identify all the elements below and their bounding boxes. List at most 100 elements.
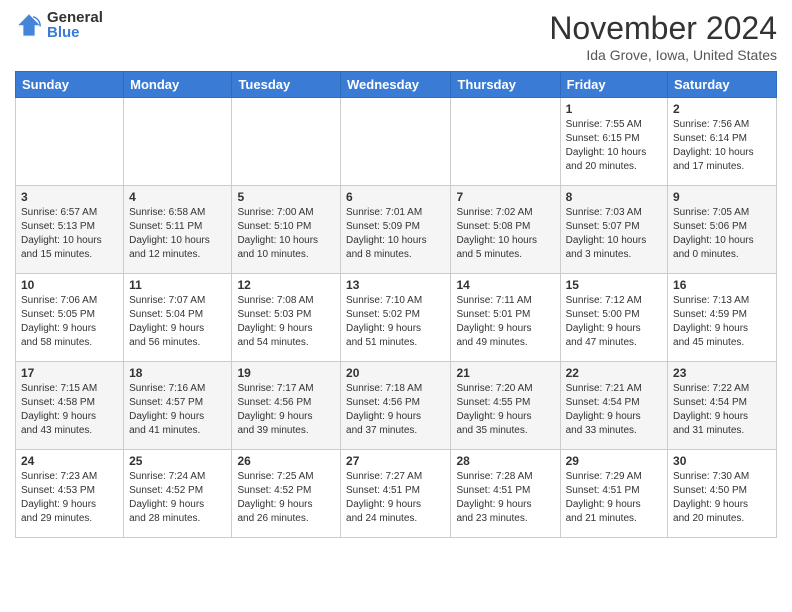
day-info: Sunrise: 7:18 AM Sunset: 4:56 PM Dayligh… bbox=[346, 382, 445, 438]
calendar-cell: 9 Sunrise: 7:05 AM Sunset: 5:06 PM Daylig… bbox=[668, 186, 777, 274]
day-number: 18 bbox=[129, 366, 226, 380]
day-number: 7 bbox=[456, 190, 554, 204]
day-info: Sunrise: 7:13 AM Sunset: 4:59 PM Dayligh… bbox=[673, 294, 771, 350]
header-tuesday: Tuesday bbox=[232, 72, 341, 98]
calendar-cell: 13 Sunrise: 7:10 AM Sunset: 5:02 PM Dayli… bbox=[341, 274, 451, 362]
day-info: Sunrise: 7:27 AM Sunset: 4:51 PM Dayligh… bbox=[346, 470, 445, 526]
calendar-cell: 29 Sunrise: 7:29 AM Sunset: 4:51 PM Dayli… bbox=[560, 450, 667, 538]
weekday-header-row: Sunday Monday Tuesday Wednesday Thursday… bbox=[16, 72, 777, 98]
location: Ida Grove, Iowa, United States bbox=[549, 47, 777, 63]
header-saturday: Saturday bbox=[668, 72, 777, 98]
calendar-cell: 2Sunrise: 7:56 AM Sunset: 6:14 PM Daylig… bbox=[668, 98, 777, 186]
day-number: 11 bbox=[129, 278, 226, 292]
header-friday: Friday bbox=[560, 72, 667, 98]
day-info: Sunrise: 7:28 AM Sunset: 4:51 PM Dayligh… bbox=[456, 470, 554, 526]
calendar-cell: 28Sunrise: 7:28 AM Sunset: 4:51 PM Dayli… bbox=[451, 450, 560, 538]
day-number: 13 bbox=[346, 278, 445, 292]
day-number: 20 bbox=[346, 366, 445, 380]
logo-text: General Blue bbox=[47, 10, 103, 40]
logo-general-text: General bbox=[47, 10, 103, 25]
day-number: 22 bbox=[566, 366, 662, 380]
day-number: 19 bbox=[237, 366, 335, 380]
calendar-cell bbox=[16, 98, 124, 186]
day-info: Sunrise: 7:02 AM Sunset: 5:08 PM Dayligh… bbox=[456, 206, 554, 262]
day-info: Sunrise: 7:15 AM Sunset: 4:58 PM Dayligh… bbox=[21, 382, 118, 438]
calendar-cell bbox=[341, 98, 451, 186]
calendar-cell: 30 Sunrise: 7:30 AM Sunset: 4:50 PM Dayli… bbox=[668, 450, 777, 538]
day-info: Sunrise: 7:01 AM Sunset: 5:09 PM Dayligh… bbox=[346, 206, 445, 262]
day-number: 8 bbox=[566, 190, 662, 204]
day-number: 1 bbox=[566, 102, 662, 116]
calendar-cell bbox=[124, 98, 232, 186]
day-number: 4 bbox=[129, 190, 226, 204]
calendar-cell: 6 Sunrise: 7:01 AM Sunset: 5:09 PM Daylig… bbox=[341, 186, 451, 274]
day-info: Sunrise: 7:03 AM Sunset: 5:07 PM Dayligh… bbox=[566, 206, 662, 262]
calendar-cell: 26 Sunrise: 7:25 AM Sunset: 4:52 PM Dayli… bbox=[232, 450, 341, 538]
day-info: Sunrise: 7:56 AM Sunset: 6:14 PM Dayligh… bbox=[673, 118, 771, 174]
day-number: 14 bbox=[456, 278, 554, 292]
calendar-table: Sunday Monday Tuesday Wednesday Thursday… bbox=[15, 71, 777, 538]
calendar-cell: 11 Sunrise: 7:07 AM Sunset: 5:04 PM Dayli… bbox=[124, 274, 232, 362]
day-info: Sunrise: 7:30 AM Sunset: 4:50 PM Dayligh… bbox=[673, 470, 771, 526]
calendar-cell bbox=[232, 98, 341, 186]
month-title: November 2024 bbox=[549, 10, 777, 47]
calendar-cell: 1 Sunrise: 7:55 AM Sunset: 6:15 PM Daylig… bbox=[560, 98, 667, 186]
calendar-cell: 15Sunrise: 7:12 AM Sunset: 5:00 PM Dayli… bbox=[560, 274, 667, 362]
calendar-cell bbox=[451, 98, 560, 186]
day-number: 16 bbox=[673, 278, 771, 292]
day-number: 12 bbox=[237, 278, 335, 292]
day-number: 21 bbox=[456, 366, 554, 380]
calendar-week-row: 10Sunrise: 7:06 AM Sunset: 5:05 PM Dayli… bbox=[16, 274, 777, 362]
day-info: Sunrise: 7:25 AM Sunset: 4:52 PM Dayligh… bbox=[237, 470, 335, 526]
calendar-cell: 4Sunrise: 6:58 AM Sunset: 5:11 PM Daylig… bbox=[124, 186, 232, 274]
day-number: 26 bbox=[237, 454, 335, 468]
logo-icon bbox=[15, 11, 43, 39]
day-info: Sunrise: 7:24 AM Sunset: 4:52 PM Dayligh… bbox=[129, 470, 226, 526]
header-sunday: Sunday bbox=[16, 72, 124, 98]
day-info: Sunrise: 7:07 AM Sunset: 5:04 PM Dayligh… bbox=[129, 294, 226, 350]
header-monday: Monday bbox=[124, 72, 232, 98]
day-number: 9 bbox=[673, 190, 771, 204]
day-number: 23 bbox=[673, 366, 771, 380]
day-info: Sunrise: 7:11 AM Sunset: 5:01 PM Dayligh… bbox=[456, 294, 554, 350]
logo-blue-text: Blue bbox=[47, 25, 103, 40]
calendar-cell: 21Sunrise: 7:20 AM Sunset: 4:55 PM Dayli… bbox=[451, 362, 560, 450]
header-thursday: Thursday bbox=[451, 72, 560, 98]
header-wednesday: Wednesday bbox=[341, 72, 451, 98]
calendar-cell: 19 Sunrise: 7:17 AM Sunset: 4:56 PM Dayli… bbox=[232, 362, 341, 450]
day-info: Sunrise: 7:10 AM Sunset: 5:02 PM Dayligh… bbox=[346, 294, 445, 350]
calendar-cell: 20 Sunrise: 7:18 AM Sunset: 4:56 PM Dayli… bbox=[341, 362, 451, 450]
calendar-cell: 22 Sunrise: 7:21 AM Sunset: 4:54 PM Dayli… bbox=[560, 362, 667, 450]
calendar-cell: 24Sunrise: 7:23 AM Sunset: 4:53 PM Dayli… bbox=[16, 450, 124, 538]
day-number: 17 bbox=[21, 366, 118, 380]
day-info: Sunrise: 7:08 AM Sunset: 5:03 PM Dayligh… bbox=[237, 294, 335, 350]
title-block: November 2024 Ida Grove, Iowa, United St… bbox=[549, 10, 777, 63]
day-number: 10 bbox=[21, 278, 118, 292]
calendar-cell: 7 Sunrise: 7:02 AM Sunset: 5:08 PM Daylig… bbox=[451, 186, 560, 274]
day-info: Sunrise: 7:17 AM Sunset: 4:56 PM Dayligh… bbox=[237, 382, 335, 438]
day-number: 15 bbox=[566, 278, 662, 292]
logo: General Blue bbox=[15, 10, 103, 40]
calendar-cell: 27 Sunrise: 7:27 AM Sunset: 4:51 PM Dayli… bbox=[341, 450, 451, 538]
day-info: Sunrise: 6:57 AM Sunset: 5:13 PM Dayligh… bbox=[21, 206, 118, 262]
day-number: 29 bbox=[566, 454, 662, 468]
day-info: Sunrise: 7:21 AM Sunset: 4:54 PM Dayligh… bbox=[566, 382, 662, 438]
day-info: Sunrise: 7:05 AM Sunset: 5:06 PM Dayligh… bbox=[673, 206, 771, 262]
calendar-cell: 17 Sunrise: 7:15 AM Sunset: 4:58 PM Dayli… bbox=[16, 362, 124, 450]
day-number: 27 bbox=[346, 454, 445, 468]
header: General Blue November 2024 Ida Grove, Io… bbox=[15, 10, 777, 63]
calendar-cell: 12 Sunrise: 7:08 AM Sunset: 5:03 PM Dayli… bbox=[232, 274, 341, 362]
day-number: 30 bbox=[673, 454, 771, 468]
day-info: Sunrise: 7:55 AM Sunset: 6:15 PM Dayligh… bbox=[566, 118, 662, 174]
calendar-cell: 3Sunrise: 6:57 AM Sunset: 5:13 PM Daylig… bbox=[16, 186, 124, 274]
day-info: Sunrise: 7:22 AM Sunset: 4:54 PM Dayligh… bbox=[673, 382, 771, 438]
day-number: 6 bbox=[346, 190, 445, 204]
day-number: 24 bbox=[21, 454, 118, 468]
day-info: Sunrise: 7:16 AM Sunset: 4:57 PM Dayligh… bbox=[129, 382, 226, 438]
calendar-cell: 16 Sunrise: 7:13 AM Sunset: 4:59 PM Dayli… bbox=[668, 274, 777, 362]
page: General Blue November 2024 Ida Grove, Io… bbox=[0, 0, 792, 612]
calendar-week-row: 17 Sunrise: 7:15 AM Sunset: 4:58 PM Dayli… bbox=[16, 362, 777, 450]
day-info: Sunrise: 7:29 AM Sunset: 4:51 PM Dayligh… bbox=[566, 470, 662, 526]
calendar-week-row: 1 Sunrise: 7:55 AM Sunset: 6:15 PM Daylig… bbox=[16, 98, 777, 186]
day-number: 5 bbox=[237, 190, 335, 204]
